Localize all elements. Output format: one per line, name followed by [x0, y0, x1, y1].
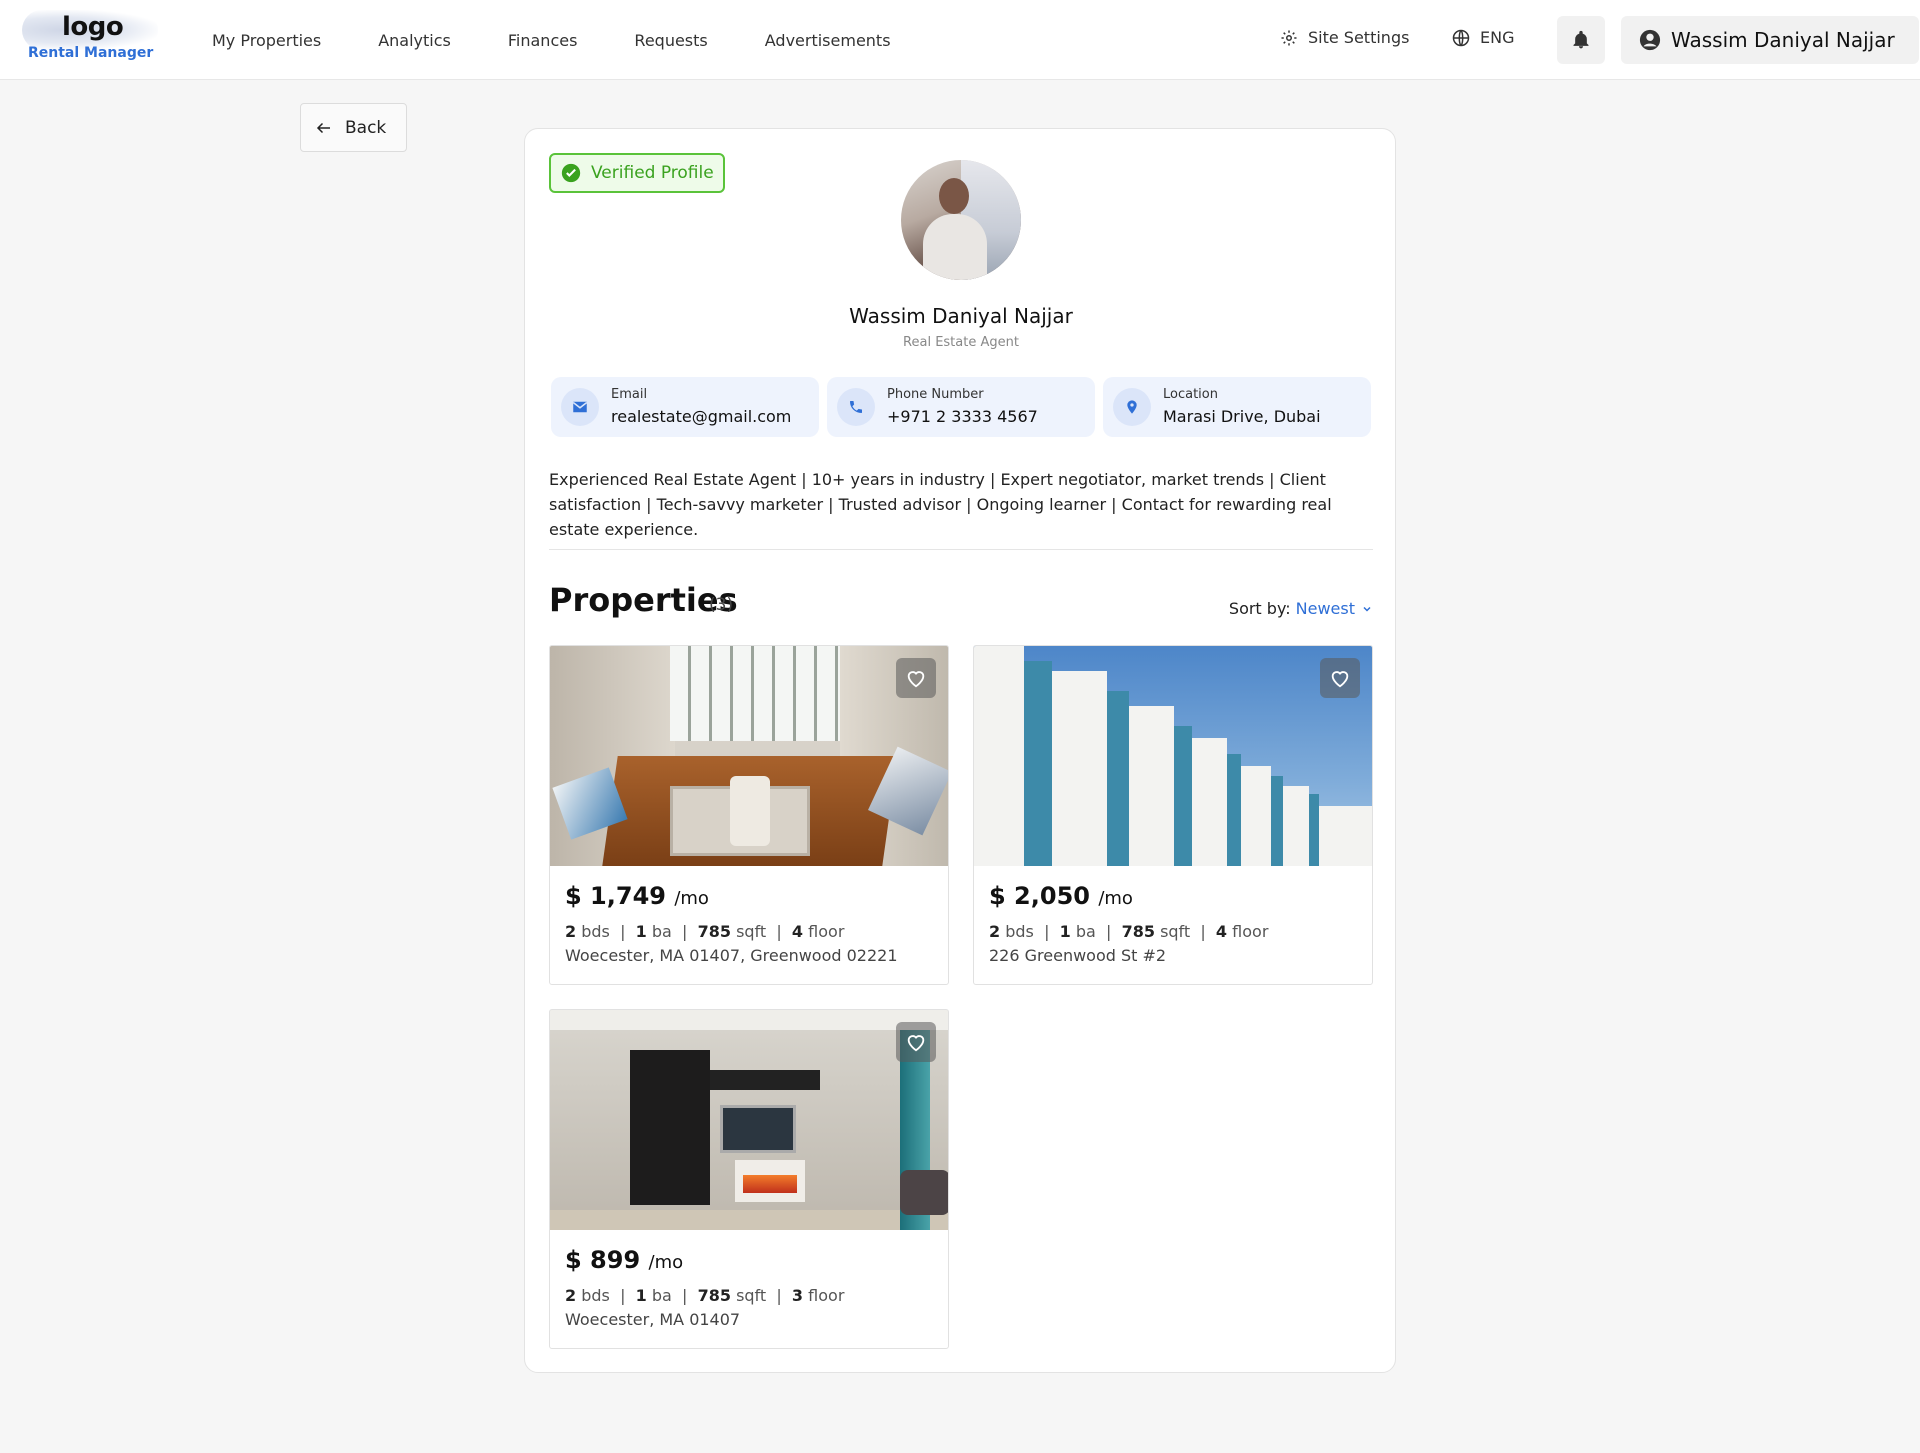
phone-value: +971 2 3333 4567: [887, 407, 1038, 426]
nav-finances[interactable]: Finances: [508, 31, 578, 50]
nav-requests[interactable]: Requests: [634, 31, 707, 50]
location-pin-icon: [1113, 388, 1151, 426]
property-price: $ 2,050 /mo: [989, 882, 1133, 910]
property-address: 226 Greenwood St #2: [989, 946, 1167, 965]
email-value: realestate@gmail.com: [611, 407, 792, 426]
favorite-button[interactable]: [896, 1022, 936, 1062]
phone-label: Phone Number: [887, 387, 984, 402]
property-card[interactable]: $ 899 /mo 2 bds | 1 ba | 785 sqft | 3 fl…: [549, 1009, 949, 1349]
property-image[interactable]: [974, 646, 1372, 866]
phone-icon: [837, 388, 875, 426]
logo-text: logo: [62, 12, 124, 42]
site-settings-button[interactable]: Site Settings: [1280, 28, 1409, 47]
avatar: [901, 160, 1021, 280]
sort-value: Newest: [1295, 599, 1355, 618]
property-address: Woecester, MA 01407: [565, 1310, 741, 1329]
property-card[interactable]: $ 1,749 /mo 2 bds | 1 ba | 785 sqft | 4 …: [549, 645, 949, 985]
profile-name: Wassim Daniyal Najjar: [849, 304, 1073, 328]
gear-icon: [1281, 30, 1297, 45]
logo[interactable]: logo Rental Manager: [22, 10, 158, 66]
property-image[interactable]: [550, 646, 948, 866]
user-name: Wassim Daniyal Najjar: [1671, 28, 1895, 52]
mail-icon: [561, 388, 599, 426]
profile-card: Verified Profile Wassim Daniyal Najjar R…: [524, 128, 1396, 1373]
profile-role: Real Estate Agent: [903, 335, 1019, 350]
notifications-button[interactable]: [1557, 16, 1605, 64]
property-meta: 2 bds | 1 ba | 785 sqft | 4 floor: [565, 922, 845, 941]
phone-info[interactable]: Phone Number +971 2 3333 4567: [827, 377, 1095, 437]
arrow-left-icon: [316, 122, 330, 133]
nav-analytics[interactable]: Analytics: [378, 31, 451, 50]
sort-label: Sort by:: [1228, 599, 1291, 618]
property-price: $ 899 /mo: [565, 1246, 684, 1274]
check-circle-icon: [561, 163, 581, 183]
profile-bio: Experienced Real Estate Agent | 10+ year…: [549, 470, 1332, 539]
logo-subtitle: Rental Manager: [28, 45, 154, 61]
nav-advertisements[interactable]: Advertisements: [765, 31, 891, 50]
main-nav: My Properties Analytics Finances Request…: [212, 0, 948, 80]
site-settings-label: Site Settings: [1308, 28, 1410, 47]
chevron-down-icon: [1363, 606, 1371, 612]
property-meta: 2 bds | 1 ba | 785 sqft | 3 floor: [565, 1286, 845, 1305]
email-info[interactable]: Email realestate@gmail.com: [551, 377, 819, 437]
user-circle-icon: [1639, 29, 1661, 51]
bell-icon: [1573, 30, 1589, 49]
location-value: Marasi Drive, Dubai: [1163, 407, 1321, 426]
property-meta: 2 bds | 1 ba | 785 sqft | 4 floor: [989, 922, 1269, 941]
location-info[interactable]: Location Marasi Drive, Dubai: [1103, 377, 1371, 437]
favorite-button[interactable]: [896, 658, 936, 698]
sort-dropdown[interactable]: Sort by: Newest: [1229, 599, 1373, 618]
divider: [549, 549, 1373, 550]
verified-label: Verified Profile: [591, 163, 714, 183]
user-menu-button[interactable]: Wassim Daniyal Najjar: [1621, 16, 1919, 64]
favorite-button[interactable]: [1320, 658, 1360, 698]
properties-count: (3): [709, 595, 734, 615]
globe-icon: [1452, 29, 1470, 46]
back-button[interactable]: Back: [300, 103, 407, 152]
back-label: Back: [345, 117, 387, 138]
verified-badge: Verified Profile: [549, 153, 725, 193]
property-image[interactable]: [550, 1010, 948, 1230]
nav-my-properties[interactable]: My Properties: [212, 31, 321, 50]
top-header: logo Rental Manager My Properties Analyt…: [0, 0, 1920, 80]
language-selector[interactable]: ENG: [1452, 28, 1514, 47]
language-label: ENG: [1480, 28, 1515, 47]
property-price: $ 1,749 /mo: [565, 882, 709, 910]
heart-icon: [907, 1035, 925, 1052]
location-label: Location: [1163, 387, 1218, 402]
heart-icon: [1331, 671, 1349, 688]
property-card[interactable]: $ 2,050 /mo 2 bds | 1 ba | 785 sqft | 4 …: [973, 645, 1373, 985]
heart-icon: [907, 671, 925, 688]
email-label: Email: [611, 387, 648, 402]
property-address: Woecester, MA 01407, Greenwood 02221: [565, 946, 898, 965]
